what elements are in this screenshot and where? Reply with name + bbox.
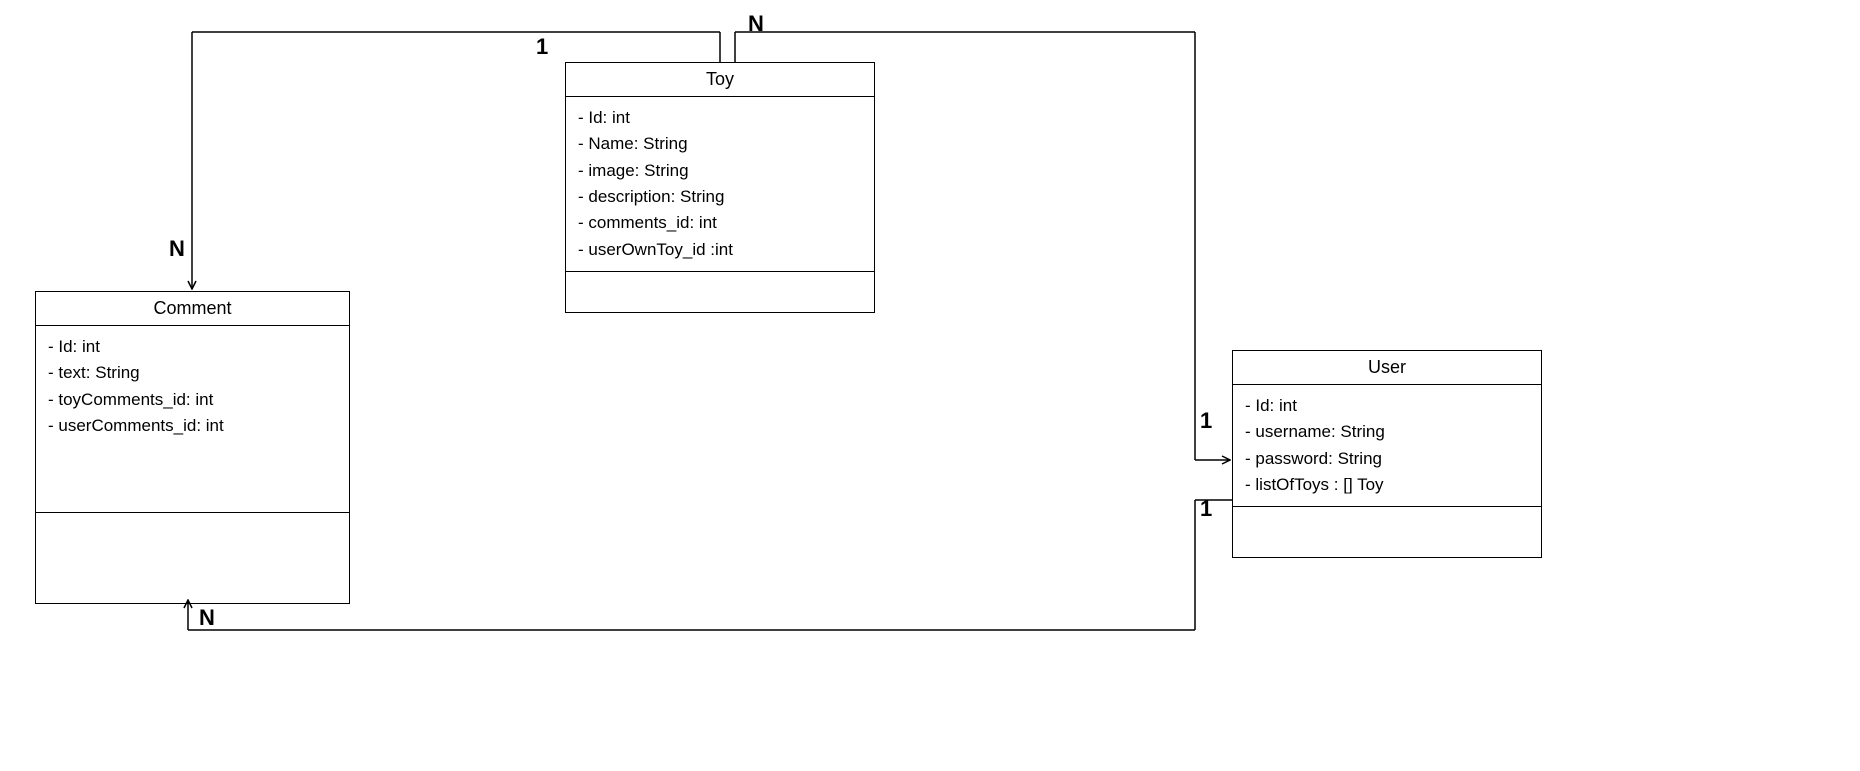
class-user: User - Id: int - username: String - pass… (1232, 350, 1542, 558)
class-user-title: User (1233, 351, 1541, 385)
attr-row: - Id: int (1245, 393, 1529, 419)
attr-row: - username: String (1245, 419, 1529, 445)
class-toy-title: Toy (566, 63, 874, 97)
class-user-attrs: - Id: int - username: String - password:… (1233, 385, 1541, 507)
class-comment-methods (36, 513, 349, 603)
cardinality-toy-right-n: N (748, 11, 764, 37)
cardinality-user-top-1: 1 (1200, 408, 1212, 434)
cardinality-comment-bottom-n: N (199, 605, 215, 631)
attr-row: - image: String (578, 158, 862, 184)
attr-row: - userOwnToy_id :int (578, 237, 862, 263)
cardinality-comment-top-n: N (169, 236, 185, 262)
class-comment: Comment - Id: int - text: String - toyCo… (35, 291, 350, 604)
attr-row: - description: String (578, 184, 862, 210)
class-toy-attrs: - Id: int - Name: String - image: String… (566, 97, 874, 272)
attr-row: - text: String (48, 360, 337, 386)
attr-row: - listOfToys : [] Toy (1245, 472, 1529, 498)
attr-row: - Id: int (578, 105, 862, 131)
class-comment-attrs: - Id: int - text: String - toyComments_i… (36, 326, 349, 513)
class-toy-methods (566, 272, 874, 312)
cardinality-toy-left-1: 1 (536, 34, 548, 60)
attr-row: - password: String (1245, 446, 1529, 472)
class-comment-title: Comment (36, 292, 349, 326)
attr-row: - userComments_id: int (48, 413, 337, 439)
cardinality-user-bottom-1: 1 (1200, 496, 1212, 522)
class-user-methods (1233, 507, 1541, 557)
attr-row: - Id: int (48, 334, 337, 360)
class-toy: Toy - Id: int - Name: String - image: St… (565, 62, 875, 313)
attr-row: - Name: String (578, 131, 862, 157)
attr-row: - comments_id: int (578, 210, 862, 236)
attr-row: - toyComments_id: int (48, 387, 337, 413)
